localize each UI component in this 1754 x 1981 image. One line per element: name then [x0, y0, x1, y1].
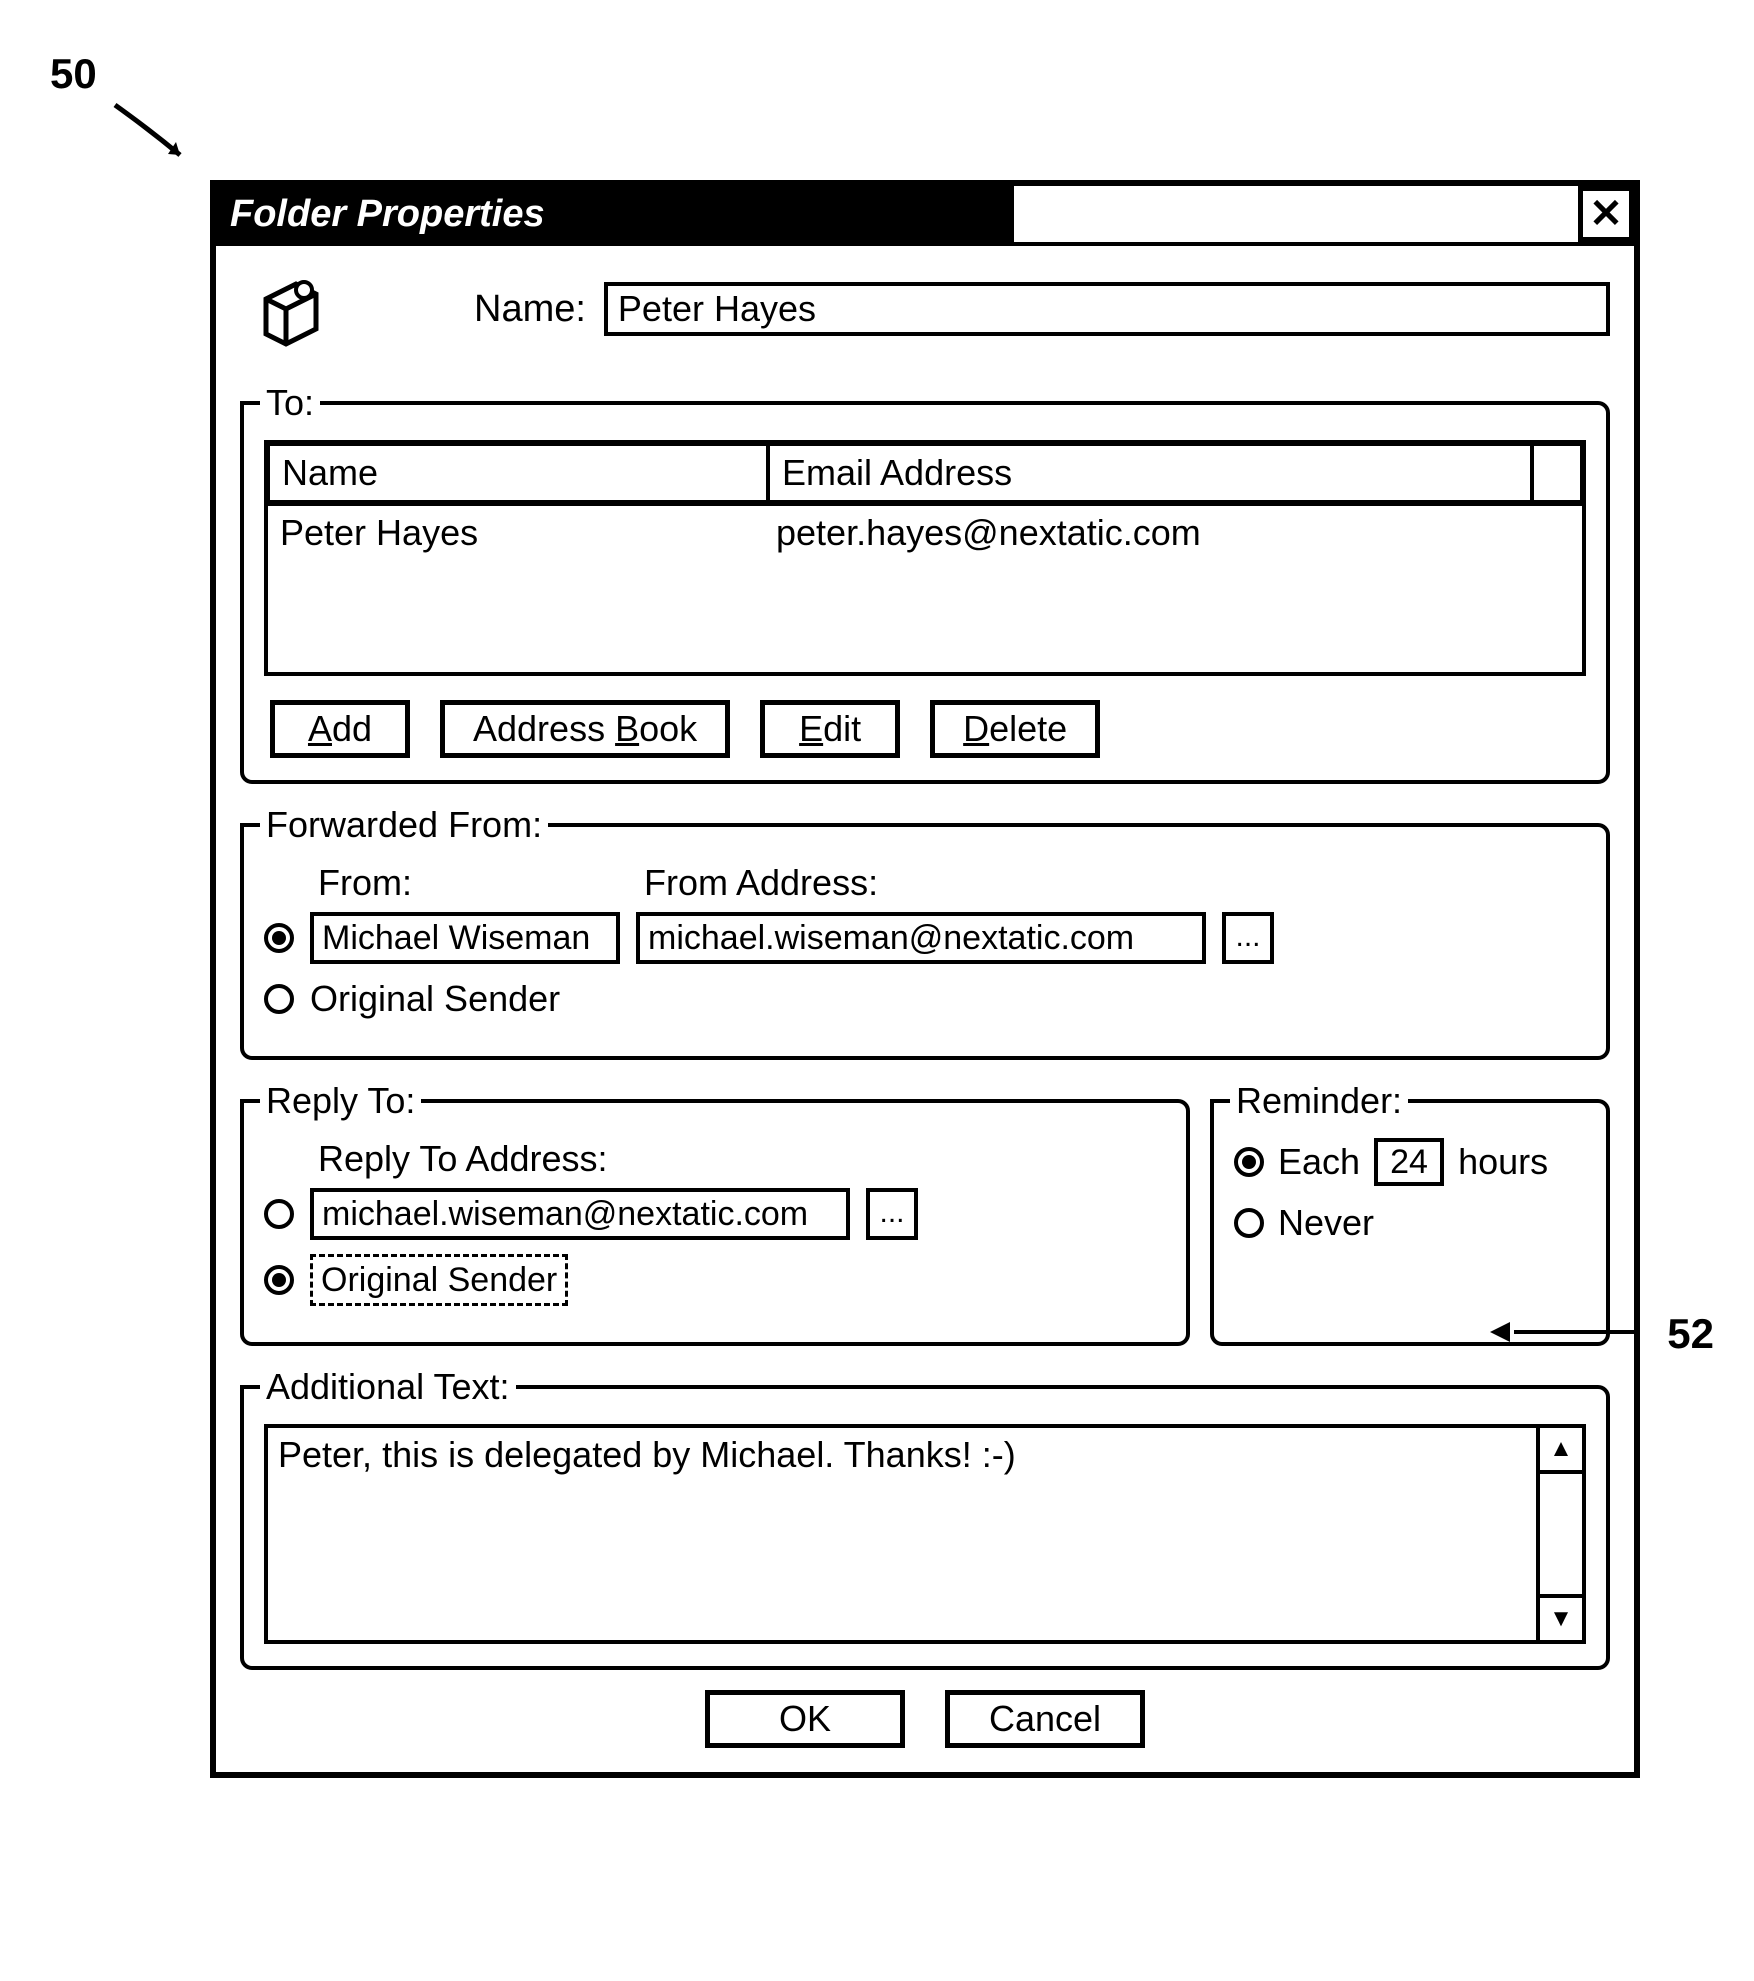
edit-button[interactable]: Edit [760, 700, 900, 758]
callout-52-label: 52 [1667, 1310, 1714, 1358]
cancel-button[interactable]: Cancel [945, 1690, 1145, 1748]
reminder-hours-input[interactable] [1374, 1138, 1444, 1186]
reminder-never-label: Never [1278, 1202, 1374, 1244]
titlebar-inactive-region: ✕ [1010, 186, 1634, 242]
triangle-down-icon: ▼ [1549, 1605, 1573, 1633]
scroll-down-button[interactable]: ▼ [1540, 1594, 1582, 1640]
forwarded-from-legend: Forwarded From: [260, 804, 548, 846]
reply-to-original-sender-radio[interactable] [264, 1265, 294, 1295]
callout-50-label: 50 [50, 50, 97, 98]
dialog-client-area: Name: To: Name Email Address Peter Hayes… [216, 242, 1634, 1772]
window-title: Folder Properties [216, 186, 1010, 242]
forwarded-from-original-sender-radio[interactable] [264, 984, 294, 1014]
name-row: Name: [240, 264, 1610, 354]
reminder-never-radio[interactable] [1234, 1208, 1264, 1238]
to-cell-name: Peter Hayes [280, 512, 776, 666]
name-input[interactable] [604, 282, 1610, 336]
reply-to-original-sender-label: Original Sender [310, 1254, 568, 1306]
folder-properties-dialog: Folder Properties ✕ Name: To: [210, 180, 1640, 1778]
from-address-browse-button[interactable]: ... [1222, 912, 1274, 964]
titlebar[interactable]: Folder Properties ✕ [216, 186, 1634, 242]
reply-to-group: Reply To: Reply To Address: michael.wise… [240, 1080, 1190, 1346]
reply-to-browse-button[interactable]: ... [866, 1188, 918, 1240]
delete-button[interactable]: Delete [930, 700, 1100, 758]
name-label: Name: [474, 288, 586, 331]
callout-52-arrowhead [1490, 1320, 1514, 1344]
reminder-each-radio[interactable] [1234, 1147, 1264, 1177]
to-header-spacer [1532, 444, 1582, 502]
to-recipients-table[interactable]: Name Email Address Peter Hayes peter.hay… [264, 440, 1586, 676]
forwarded-from-specific-radio[interactable] [264, 923, 294, 953]
reminder-legend: Reminder: [1230, 1080, 1408, 1122]
additional-text-textarea[interactable]: Peter, this is delegated by Michael. Tha… [268, 1428, 1536, 1640]
close-button[interactable]: ✕ [1578, 186, 1634, 242]
additional-text-legend: Additional Text: [260, 1366, 516, 1408]
from-name-input[interactable]: Michael Wiseman [310, 912, 620, 964]
callout-50-arrow [110, 100, 200, 170]
from-address-label: From Address: [644, 862, 878, 904]
scroll-up-button[interactable]: ▲ [1540, 1428, 1582, 1474]
folder-box-icon [246, 264, 336, 354]
to-legend: To: [260, 382, 320, 424]
to-header-email[interactable]: Email Address [768, 444, 1532, 502]
additional-text-scrollbar[interactable]: ▲ ▼ [1536, 1428, 1582, 1640]
from-label: From: [264, 862, 644, 904]
from-address-input[interactable]: michael.wiseman@nextatic.com [636, 912, 1206, 964]
reply-to-address-radio[interactable] [264, 1199, 294, 1229]
forwarded-from-original-sender-label: Original Sender [310, 978, 560, 1020]
close-icon: ✕ [1589, 191, 1623, 237]
address-book-button[interactable]: Address Book [440, 700, 730, 758]
triangle-up-icon: ▲ [1549, 1435, 1573, 1463]
to-table-row[interactable]: Peter Hayes peter.hayes@nextatic.com [268, 502, 1582, 672]
ok-button[interactable]: OK [705, 1690, 905, 1748]
reply-to-address-label: Reply To Address: [264, 1138, 1166, 1180]
to-header-name[interactable]: Name [268, 444, 768, 502]
callout-52-leader-line [1514, 1330, 1634, 1334]
additional-text-group: Additional Text: Peter, this is delegate… [240, 1366, 1610, 1670]
reminder-each-suffix: hours [1458, 1141, 1548, 1183]
to-cell-email: peter.hayes@nextatic.com [776, 512, 1570, 666]
reply-to-legend: Reply To: [260, 1080, 421, 1122]
reminder-each-prefix: Each [1278, 1141, 1360, 1183]
scroll-track[interactable] [1540, 1474, 1582, 1594]
add-button[interactable]: Add [270, 700, 410, 758]
reply-to-address-input[interactable]: michael.wiseman@nextatic.com [310, 1188, 850, 1240]
to-group: To: Name Email Address Peter Hayes peter… [240, 382, 1610, 784]
reminder-group: Reminder: Each hours Never [1210, 1080, 1610, 1346]
forwarded-from-group: Forwarded From: From: From Address: Mich… [240, 804, 1610, 1060]
